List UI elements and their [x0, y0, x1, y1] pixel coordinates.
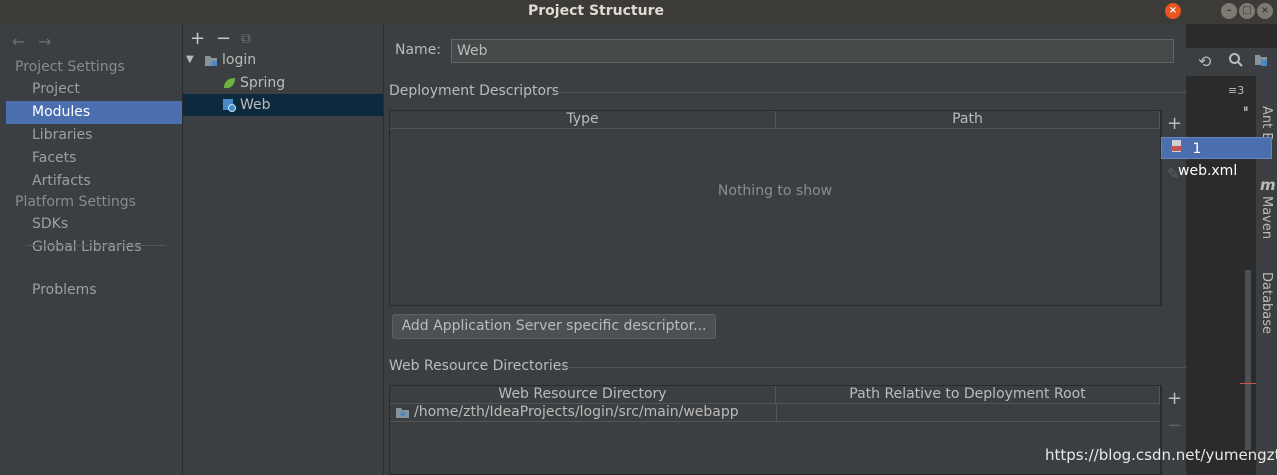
column-header-type[interactable]: Type [390, 111, 776, 129]
descriptor-popup-item[interactable]: 1 web.xml [1161, 137, 1272, 179]
platform-settings-header: Platform Settings [15, 194, 136, 210]
deployment-descriptors-table[interactable]: Type Path Nothing to show [389, 110, 1161, 306]
web-folder-icon [395, 406, 410, 423]
table-row[interactable]: /home/zth/IdeaProjects/login/src/main/we… [390, 404, 1160, 422]
name-field[interactable]: Web [451, 39, 1174, 63]
maven-icon: m [1260, 176, 1276, 194]
add-web-resource-icon[interactable]: + [1167, 388, 1182, 409]
scrollbar[interactable] [1245, 270, 1251, 450]
web-resource-directories-title: Web Resource Directories [389, 358, 569, 374]
add-descriptor-icon[interactable]: + [1167, 113, 1182, 134]
nav-item-global-libraries[interactable]: Global Libraries [6, 236, 182, 259]
add-icon[interactable]: + [190, 28, 205, 49]
nav-item-libraries[interactable]: Libraries [6, 124, 182, 147]
ant-build-tab[interactable]: Ant B [1259, 106, 1274, 141]
section-divider [562, 367, 1186, 368]
tree-item-login[interactable]: login [222, 49, 256, 71]
add-server-descriptor-button[interactable]: Add Application Server specific descript… [392, 314, 716, 339]
search-icon[interactable] [1228, 52, 1244, 72]
column-header-path[interactable]: Path [776, 111, 1160, 129]
close-icon[interactable]: × [1165, 3, 1181, 19]
nav-divider [26, 245, 166, 246]
ide-tool-window-strip: Ant B m Maven Database [1256, 76, 1277, 475]
maximize-icon[interactable]: □ [1239, 3, 1255, 19]
window-title: Project Structure [528, 3, 664, 19]
deployment-descriptors-title: Deployment Descriptors [389, 83, 560, 99]
forward-arrow-icon[interactable]: → [38, 32, 51, 51]
remove-web-resource-icon[interactable]: − [1167, 415, 1182, 436]
database-tab[interactable]: Database [1259, 272, 1274, 334]
column-header-relative-path[interactable]: Path Relative to Deployment Root [776, 386, 1160, 404]
nav-item-artifacts[interactable]: Artifacts [6, 170, 182, 193]
name-label: Name: [395, 42, 442, 58]
undo-icon[interactable]: ⟲ [1198, 52, 1211, 71]
tree-selection-row[interactable] [183, 94, 383, 116]
project-settings-header: Project Settings [15, 59, 125, 75]
nav-item-facets[interactable]: Facets [6, 147, 182, 170]
web-facet-icon [222, 98, 236, 116]
section-divider [553, 92, 1186, 93]
back-arrow-icon[interactable]: ← [12, 32, 25, 51]
error-marker [1240, 383, 1256, 384]
column-divider [776, 404, 777, 422]
spring-leaf-icon [222, 76, 236, 94]
pause-icon[interactable]: ⏸ [1243, 102, 1249, 116]
expand-arrow-icon[interactable]: ▼ [186, 54, 194, 65]
popup-label: web.xml [1178, 163, 1238, 179]
tree-item-web[interactable]: Web [240, 94, 271, 116]
web-resource-path: /home/zth/IdeaProjects/login/src/main/we… [414, 404, 739, 420]
remove-icon[interactable]: − [216, 28, 231, 49]
column-header-web-resource-directory[interactable]: Web Resource Directory [390, 386, 776, 404]
title-bar: Project Structure × – □ × [0, 0, 1277, 24]
empty-table-text: Nothing to show [717, 183, 833, 199]
menu-icon[interactable]: ≡3 [1228, 84, 1244, 97]
popup-index: 1 [1192, 141, 1202, 157]
nav-item-modules[interactable]: Modules [6, 101, 182, 124]
xml-file-icon [1170, 138, 1184, 160]
nav-item-project[interactable]: Project [6, 78, 182, 101]
maven-tab[interactable]: Maven [1259, 196, 1274, 239]
nav-item-sdks[interactable]: SDKs [6, 213, 182, 236]
folder-icon [204, 54, 218, 71]
ide-toolbar: ⟲ [1186, 48, 1277, 76]
watermark: https://blog.csdn.net/yumengzth [1045, 446, 1277, 464]
settings-nav: ← → Project Settings Project Modules Lib… [6, 24, 183, 475]
minimize-icon[interactable]: – [1221, 3, 1237, 19]
window-close-icon[interactable]: × [1257, 3, 1273, 19]
copy-icon[interactable]: ⧉ [241, 31, 251, 47]
tree-item-spring[interactable]: Spring [240, 72, 285, 94]
project-structure-icon[interactable] [1254, 53, 1268, 71]
nav-item-problems[interactable]: Problems [6, 279, 182, 302]
